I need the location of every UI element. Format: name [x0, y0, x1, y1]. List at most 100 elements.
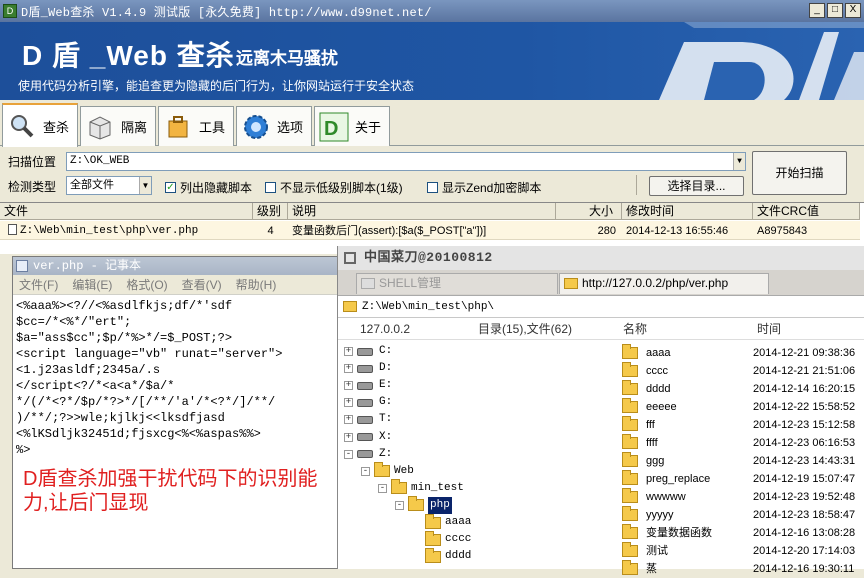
- tree-drive-item[interactable]: - Z:: [344, 446, 392, 463]
- choose-dir-button[interactable]: 选择目录...: [649, 176, 744, 196]
- column-header[interactable]: 说明: [288, 203, 556, 220]
- list-item[interactable]: 蒸 2014-12-16 19:30:11: [620, 560, 864, 578]
- hidden-scripts-checkbox[interactable]: ✓ 列出隐藏脚本: [165, 179, 252, 196]
- column-header[interactable]: 文件: [0, 203, 253, 220]
- tree-folder-item[interactable]: cccc: [412, 530, 471, 548]
- window-title-bar: D D盾_Web查杀 V1.4.9 测试版 [永久免费] http://www.…: [0, 0, 864, 22]
- list-item[interactable]: ffff 2014-12-23 06:16:53: [620, 434, 864, 452]
- tree-folder-item[interactable]: - php: [395, 496, 452, 514]
- chevron-down-icon[interactable]: ▼: [733, 153, 745, 170]
- main-tabs: 查杀 隔离 工具 选项 D 关于: [0, 100, 864, 147]
- folder-icon: [622, 452, 638, 467]
- collapse-icon[interactable]: -: [344, 449, 353, 459]
- result-level-cell: 4: [267, 225, 274, 237]
- list-item[interactable]: ggg 2014-12-23 14:43:31: [620, 452, 864, 470]
- scan-controls: 扫描位置 Z:\OK_WEB ▼ 开始扫描 检测类型 全部文件 ▼ ✓ 列出隐藏…: [0, 147, 864, 202]
- list-item[interactable]: wwwww 2014-12-23 19:52:48: [620, 488, 864, 506]
- list-item[interactable]: preg_replace 2014-12-19 15:07:47: [620, 470, 864, 488]
- column-header[interactable]: 级别: [253, 203, 288, 220]
- collapse-icon[interactable]: -: [361, 466, 370, 476]
- caidao-title-bar: 中国菜刀@20100812: [338, 246, 864, 270]
- path-bar[interactable]: Z:\Web\min_test\php\: [338, 296, 864, 318]
- list-item[interactable]: aaaa 2014-12-21 09:38:36: [620, 344, 864, 362]
- file-name: eeeee: [646, 401, 677, 413]
- drive-icon: [357, 415, 373, 424]
- menu-view[interactable]: 查看(V): [182, 275, 222, 294]
- notepad-icon: [16, 260, 28, 272]
- tree-folder-item[interactable]: - Web: [361, 462, 414, 480]
- tree-item-label: dddd: [445, 550, 472, 563]
- minimize-button[interactable]: _: [809, 3, 825, 18]
- tab-about[interactable]: D 关于: [314, 106, 390, 146]
- collapse-icon[interactable]: -: [395, 500, 404, 510]
- tab-tools[interactable]: 工具: [158, 106, 234, 146]
- magnifier-icon: [7, 111, 37, 141]
- scan-location-input[interactable]: Z:\OK_WEB ▼: [66, 152, 746, 171]
- list-item[interactable]: yyyyy 2014-12-23 18:58:47: [620, 506, 864, 524]
- tree-drive-item[interactable]: + G:: [344, 394, 392, 411]
- scan-type-select[interactable]: 全部文件 ▼: [66, 176, 152, 195]
- expand-icon[interactable]: +: [344, 364, 353, 374]
- expand-icon[interactable]: +: [344, 432, 353, 442]
- column-name-header[interactable]: 名称: [623, 318, 647, 340]
- tree-drive-item[interactable]: + C:: [344, 343, 392, 360]
- folder-icon: [425, 547, 441, 563]
- file-list-header: 127.0.0.2 目录(15),文件(62) 名称 时间: [338, 318, 864, 340]
- folder-icon: [391, 479, 407, 495]
- drive-icon: [357, 398, 373, 407]
- tab-shell-url[interactable]: http://127.0.0.2/php/ver.php: [559, 273, 769, 294]
- column-header[interactable]: 文件CRC值: [753, 203, 860, 220]
- tab-shell-manager[interactable]: SHELL管理: [356, 273, 558, 294]
- expand-icon[interactable]: +: [344, 415, 353, 425]
- tree-drive-item[interactable]: + T:: [344, 411, 392, 428]
- folder-icon: [622, 362, 638, 377]
- dir-summary: 目录(15),文件(62): [478, 322, 573, 336]
- folder-icon: [361, 278, 375, 289]
- list-item[interactable]: 测试 2014-12-20 17:14:03: [620, 542, 864, 560]
- maximize-button[interactable]: □: [827, 3, 843, 18]
- menu-file[interactable]: 文件(F): [19, 275, 58, 294]
- expand-icon[interactable]: +: [344, 381, 353, 391]
- menu-help[interactable]: 帮助(H): [236, 275, 277, 294]
- column-time-header[interactable]: 时间: [757, 318, 781, 340]
- notepad-window[interactable]: ver.php - 记事本 文件(F) 编辑(E) 格式(O) 查看(V) 帮助…: [12, 256, 338, 569]
- list-item[interactable]: fff 2014-12-23 15:12:58: [620, 416, 864, 434]
- file-time: 2014-12-21 09:38:36: [753, 347, 856, 359]
- caidao-window[interactable]: 中国菜刀@20100812 SHELL管理 http://127.0.0.2/p…: [337, 246, 864, 575]
- list-item[interactable]: dddd 2014-12-14 16:20:15: [620, 380, 864, 398]
- expand-icon[interactable]: +: [344, 398, 353, 408]
- list-item[interactable]: cccc 2014-12-21 21:51:06: [620, 362, 864, 380]
- chevron-down-icon[interactable]: ▼: [139, 177, 151, 194]
- tree-drive-item[interactable]: + X:: [344, 429, 392, 446]
- expand-icon[interactable]: +: [344, 347, 353, 356]
- notepad-text-area[interactable]: <%aaa%><?//<%asdlfkjs;df/*'sdf $cc=/*<%*…: [13, 295, 337, 461]
- file-time: 2014-12-23 06:16:53: [753, 437, 856, 449]
- start-scan-button[interactable]: 开始扫描: [752, 151, 847, 195]
- tab-options[interactable]: 选项: [236, 106, 312, 146]
- zend-checkbox[interactable]: 显示Zend加密脚本: [427, 179, 541, 196]
- tree-folder-item[interactable]: - min_test: [378, 479, 464, 497]
- notepad-title-bar: ver.php - 记事本: [13, 257, 337, 275]
- tab-quarantine[interactable]: 隔离: [80, 106, 156, 146]
- tree-drive-item[interactable]: + E:: [344, 377, 392, 394]
- list-item[interactable]: 变量数据函数 2014-12-16 13:08:28: [620, 524, 864, 542]
- column-header[interactable]: 修改时间: [622, 203, 753, 220]
- scan-type-label: 检测类型: [8, 180, 57, 194]
- file-time: 2014-12-14 16:20:15: [753, 383, 856, 395]
- list-item[interactable]: eeeee 2014-12-22 15:58:52: [620, 398, 864, 416]
- file-time: 2014-12-22 15:58:52: [753, 401, 856, 413]
- tree-folder-item[interactable]: dddd: [412, 547, 472, 565]
- column-header[interactable]: 大小: [556, 203, 622, 220]
- menu-edit[interactable]: 编辑(E): [72, 275, 112, 294]
- result-crc-cell: A8975843: [757, 225, 808, 237]
- tree-folder-item[interactable]: aaaa: [412, 513, 471, 531]
- folder-icon: [374, 462, 390, 478]
- menu-format[interactable]: 格式(O): [126, 275, 167, 294]
- file-time: 2014-12-23 18:58:47: [753, 509, 856, 521]
- lowlevel-checkbox[interactable]: 不显示低级别脚本(1级): [265, 179, 403, 196]
- close-button[interactable]: X: [845, 3, 861, 18]
- collapse-icon[interactable]: -: [378, 483, 387, 493]
- tab-scan[interactable]: 查杀: [2, 103, 78, 147]
- tree-drive-item[interactable]: + D:: [344, 360, 392, 377]
- tree-item-label: D:: [379, 362, 393, 375]
